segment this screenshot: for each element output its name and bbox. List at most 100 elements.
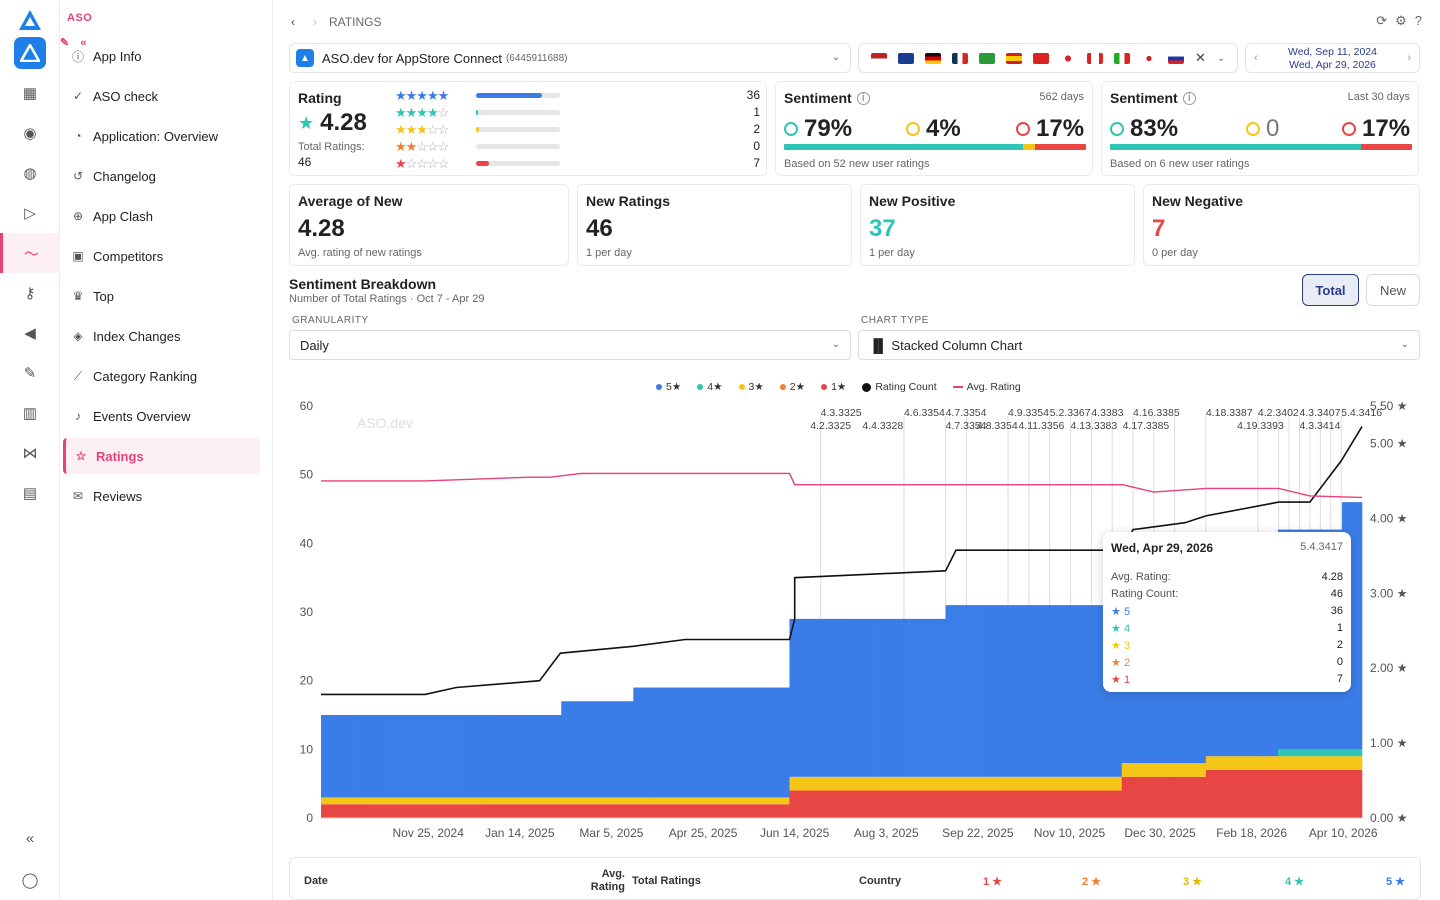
country-filter[interactable]: ✕ ⌄: [858, 43, 1238, 73]
store-icon[interactable]: ▤: [0, 473, 60, 513]
chevron-down-icon[interactable]: ⌄: [1217, 53, 1225, 64]
next-date-icon[interactable]: ›: [1407, 52, 1411, 65]
bar-3-star: [381, 797, 386, 805]
negative-face-icon: [1016, 122, 1030, 136]
legend-5-star[interactable]: 5★: [656, 381, 681, 393]
flag-ru-icon[interactable]: [1168, 52, 1184, 64]
bar-3-star: [1097, 776, 1103, 791]
legend-4-star[interactable]: 4★: [697, 381, 723, 393]
analytics-icon[interactable]: 〜: [0, 233, 60, 273]
bar-1-star: [897, 790, 902, 818]
legend-1-star[interactable]: 1★: [821, 381, 846, 393]
bar-3-star: [749, 797, 754, 805]
bar-5-star: [553, 715, 558, 798]
bar-1-star: [1005, 790, 1010, 818]
bar-1-star: [353, 804, 358, 818]
rss-icon[interactable]: ◉: [0, 113, 60, 153]
rating-value-wrap: ★ 4.28: [298, 109, 367, 137]
date-range-picker[interactable]: ‹ Wed, Sep 11, 2024 Wed, Apr 29, 2026 ›: [1245, 43, 1420, 73]
legend-2-star[interactable]: 2★: [779, 381, 805, 393]
flag-gb-icon[interactable]: [898, 52, 914, 64]
col-4-star[interactable]: 4 ★: [1285, 875, 1304, 888]
legend-avg-rating[interactable]: Avg. Rating: [952, 381, 1021, 393]
flag-jp-icon[interactable]: [1060, 52, 1076, 64]
sidebar-item-index-changes[interactable]: ◈ Index Changes: [63, 318, 260, 354]
megaphone-icon[interactable]: ◀: [0, 313, 60, 353]
sidebar-item-changelog[interactable]: ↺ Changelog: [63, 158, 260, 194]
bar-3-star: [549, 797, 554, 805]
forward-icon[interactable]: ›: [313, 15, 317, 29]
bar-1-star: [489, 804, 494, 818]
bar-3-star: [657, 797, 662, 805]
flag-br-icon[interactable]: [979, 52, 995, 64]
sidebar-item-aso-check[interactable]: ✓ ASO check: [63, 78, 260, 114]
flag-es-icon[interactable]: [1006, 52, 1022, 64]
chart-type-select[interactable]: ▐▌ Stacked Column Chart ⌄: [858, 330, 1420, 360]
app-icon[interactable]: [0, 33, 60, 73]
bar-3-star: [1005, 776, 1010, 791]
sidebar-item-competitors[interactable]: ▣ Competitors: [63, 238, 260, 274]
flag-kr-icon[interactable]: [1141, 52, 1157, 64]
sidebar-item-top[interactable]: ♛ Top: [63, 278, 260, 314]
flag-de-icon[interactable]: [925, 52, 941, 64]
legend-3-star[interactable]: 3★: [738, 381, 764, 393]
flag-us-icon[interactable]: [871, 52, 887, 64]
info-icon[interactable]: i: [856, 91, 870, 105]
info-icon[interactable]: i: [1182, 91, 1196, 105]
bar-1-star: [1013, 790, 1018, 818]
sidebar-item-reviews[interactable]: ✉ Reviews: [63, 478, 260, 514]
bar-5-star: [549, 715, 554, 798]
tools-icon[interactable]: ✎: [0, 353, 60, 393]
app-selector[interactable]: ▲ ASO.dev for AppStore Connect (64459116…: [289, 43, 851, 73]
col-avg-rating[interactable]: Avg. Rating: [565, 868, 625, 894]
sidebar-item-app-clash[interactable]: ⊕ App Clash: [63, 198, 260, 234]
vscode-icon[interactable]: ⋈: [0, 433, 60, 473]
flag-ca-icon[interactable]: [1087, 52, 1103, 64]
version-label: 4.2.3402: [1258, 407, 1299, 419]
tooltip-date: Wed, Apr 29, 2026: [1111, 541, 1214, 555]
back-icon[interactable]: ‹: [291, 15, 295, 29]
collapse-icon[interactable]: «: [0, 818, 60, 858]
bar-1-star: [849, 790, 854, 818]
sidebar-item-events-overview[interactable]: ♪ Events Overview: [63, 398, 260, 434]
clear-icon[interactable]: ✕: [1195, 50, 1206, 66]
x-tick-label: Mar 5, 2025: [579, 826, 643, 840]
sidebar-item-application-overview[interactable]: ◔ Application: Overview: [63, 118, 260, 154]
play-icon[interactable]: ▷: [0, 193, 60, 233]
sentiment-title: Sentiment: [1110, 90, 1178, 106]
bar-5-star: [417, 715, 422, 798]
bar-1-star: [1237, 769, 1243, 818]
col-total-ratings[interactable]: Total Ratings: [632, 875, 701, 887]
col-2-star[interactable]: 2 ★: [1082, 875, 1101, 888]
settings-icon[interactable]: ⚙: [1395, 13, 1415, 28]
bar-3-star: [1125, 763, 1131, 777]
col-1-star[interactable]: 1 ★: [983, 875, 1002, 888]
report-icon[interactable]: ▥: [0, 393, 60, 433]
bar-5-star: [473, 715, 478, 798]
flag-cn-icon[interactable]: [1033, 52, 1049, 64]
refresh-icon[interactable]: ⟳: [1376, 13, 1395, 28]
user-icon[interactable]: ◯: [0, 860, 60, 900]
granularity-select[interactable]: Daily ⌄: [289, 330, 851, 360]
flag-fr-icon[interactable]: [952, 52, 968, 64]
col-5-star[interactable]: 5 ★: [1386, 875, 1405, 888]
prev-date-icon[interactable]: ‹: [1254, 52, 1258, 65]
legend-rating-count[interactable]: Rating Count: [862, 381, 937, 393]
new-toggle-button[interactable]: New: [1366, 274, 1420, 306]
sidebar-item-app-info[interactable]: ⓘ App Info: [63, 38, 260, 74]
sidebar-item-category-ranking[interactable]: ⟋ Category Ranking: [63, 358, 260, 394]
col-date[interactable]: Date: [304, 875, 328, 887]
bar-3-star: [1197, 763, 1203, 777]
grid-icon[interactable]: ▦: [0, 73, 60, 113]
key-icon[interactable]: ⚷: [0, 273, 60, 313]
help-icon[interactable]: ?: [1415, 13, 1430, 28]
flag-it-icon[interactable]: [1114, 52, 1130, 64]
bar-3-star: [1289, 756, 1295, 770]
col-3-star[interactable]: 3 ★: [1183, 875, 1202, 888]
total-toggle-button[interactable]: Total: [1302, 274, 1359, 306]
bar-3-star: [1353, 756, 1359, 770]
col-country[interactable]: Country: [859, 875, 901, 887]
sidebar-item-ratings[interactable]: ☆ Ratings: [63, 438, 260, 474]
apple-icon[interactable]: ◍: [0, 153, 60, 193]
bar-3-star: [1193, 763, 1199, 777]
